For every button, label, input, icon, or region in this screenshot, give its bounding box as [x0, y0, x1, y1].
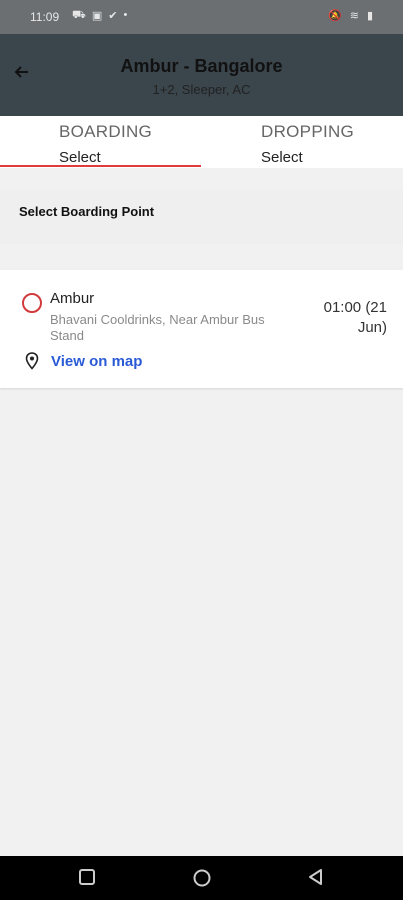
status-bar: 11:09 ⛟ ▣ ✔ • 🔕 ≋ ▮ — [0, 0, 403, 34]
bus-details: 1+2, Sleeper, AC — [152, 82, 251, 97]
route-title: Ambur - Bangalore — [120, 56, 283, 76]
battery-icon: ▮ — [366, 10, 373, 22]
tab-bar: BOARDING Select DROPPING Select — [0, 116, 403, 168]
section-heading: Select Boarding Point — [19, 204, 155, 219]
dot-icon: • — [123, 9, 128, 21]
section-header: Select Boarding Point — [0, 190, 403, 244]
tab-boarding-label: BOARDING — [59, 122, 153, 141]
car-icon: ⛟ — [72, 9, 86, 21]
tab-dropping-label: DROPPING — [261, 122, 355, 141]
boarding-point-time: 01:00 (21 Jun) — [323, 299, 387, 336]
teams-icon: ▣ — [91, 10, 103, 22]
silent-icon: 🔕 — [328, 10, 342, 22]
notification-icons: ⛟ ▣ ✔ • — [72, 9, 127, 23]
boarding-point-card[interactable]: Ambur Bhavani Cooldrinks, Near Ambur Bus… — [0, 270, 403, 388]
view-on-map-link[interactable]: View on map — [51, 353, 142, 370]
system-icons: 🔕 ≋ ▮ — [328, 9, 373, 22]
tab-dropping[interactable]: DROPPING Select — [202, 122, 402, 168]
app-bar: Ambur - Bangalore 1+2, Sleeper, AC — [0, 34, 403, 116]
system-nav-bar — [0, 856, 403, 900]
tab-boarding-value: Select — [59, 149, 101, 166]
location-pin-icon — [24, 352, 40, 370]
recents-icon[interactable] — [78, 868, 98, 888]
tab-boarding[interactable]: BOARDING Select — [0, 122, 200, 168]
radio-button[interactable] — [22, 293, 42, 313]
active-tab-indicator — [0, 165, 201, 167]
wifi-icon: ≋ — [349, 10, 359, 22]
tab-dropping-value: Select — [261, 149, 303, 166]
boarding-point-name: Ambur — [50, 290, 95, 307]
home-icon[interactable] — [192, 868, 212, 888]
checkmark-icon: ✔ — [108, 10, 118, 22]
nav-back-icon[interactable] — [307, 868, 327, 888]
boarding-point-address: Bhavani Cooldrinks, Near Ambur Bus Stand — [50, 312, 265, 343]
status-time: 11:09 — [30, 10, 60, 24]
